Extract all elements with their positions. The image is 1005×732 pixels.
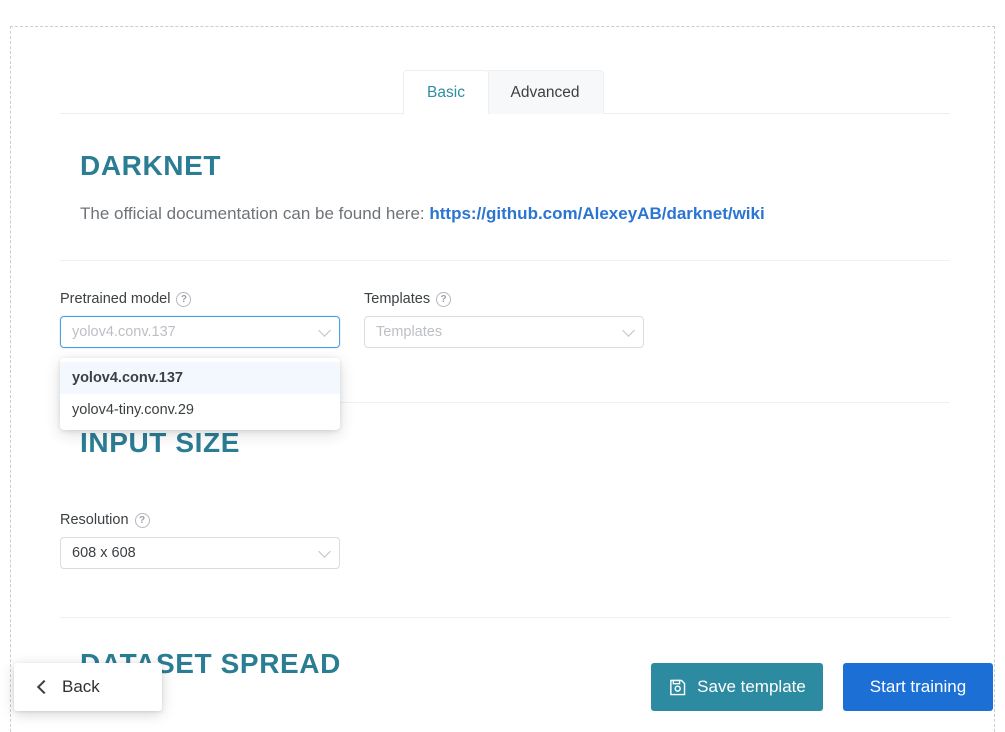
page-root: Basic Advanced DARKNET The official docu… [0,0,1005,732]
darknet-doc-line: The official documentation can be found … [80,204,765,224]
save-icon [670,679,686,695]
templates-select[interactable]: Templates [364,316,644,348]
darknet-doc-link[interactable]: https://github.com/AlexeyAB/darknet/wiki [429,204,764,223]
divider-after-darknet [60,260,950,261]
templates-field: Templates ? Templates [364,291,644,348]
dropdown-option-1[interactable]: yolov4-tiny.conv.29 [60,394,340,426]
dropdown-option-0[interactable]: yolov4.conv.137 [60,362,340,394]
tab-basic[interactable]: Basic [403,70,489,115]
help-icon[interactable]: ? [436,291,452,307]
resolution-value: 608 x 608 [72,545,136,561]
chevron-down-icon [318,545,331,558]
resolution-field: Resolution ? 608 x 608 [60,512,340,569]
tab-advanced-label: Advanced [510,84,580,101]
resolution-label-row: Resolution ? [60,512,340,528]
chevron-down-icon [622,324,635,337]
pretrained-model-label: Pretrained model [60,291,171,307]
darknet-section-header: DARKNET The official documentation can b… [80,150,765,224]
back-button-label: Back [62,677,100,696]
resolution-label: Resolution [60,512,129,528]
save-template-button[interactable]: Save template [651,663,823,711]
divider-after-input-size [60,617,950,618]
start-training-label: Start training [869,677,967,696]
darknet-title: DARKNET [80,150,222,181]
help-icon[interactable]: ? [176,291,192,307]
resolution-select[interactable]: 608 x 608 [60,537,340,569]
help-icon[interactable]: ? [134,512,150,528]
pretrained-model-label-row: Pretrained model ? [60,291,340,307]
templates-value: Templates [376,324,443,340]
chevron-down-icon [318,324,331,337]
pretrained-model-field: Pretrained model ? yolov4.conv.137 [60,291,340,348]
back-button[interactable]: Back [14,663,162,711]
templates-label: Templates [364,291,431,307]
pretrained-model-select[interactable]: yolov4.conv.137 [60,316,340,348]
input-size-title: INPUT SIZE [80,427,241,458]
pretrained-model-dropdown[interactable]: yolov4.conv.137 yolov4-tiny.conv.29 [60,358,340,430]
pretrained-model-value: yolov4.conv.137 [72,324,176,340]
tab-basic-label: Basic [427,84,465,101]
tab-advanced[interactable]: Advanced [486,70,604,114]
darknet-doc-text: The official documentation can be found … [80,204,425,223]
tab-bar: Basic Advanced [60,70,950,115]
chevron-left-icon [36,679,52,695]
templates-label-row: Templates ? [364,291,644,307]
save-template-label: Save template [697,677,806,696]
start-training-button[interactable]: Start training [843,663,993,711]
